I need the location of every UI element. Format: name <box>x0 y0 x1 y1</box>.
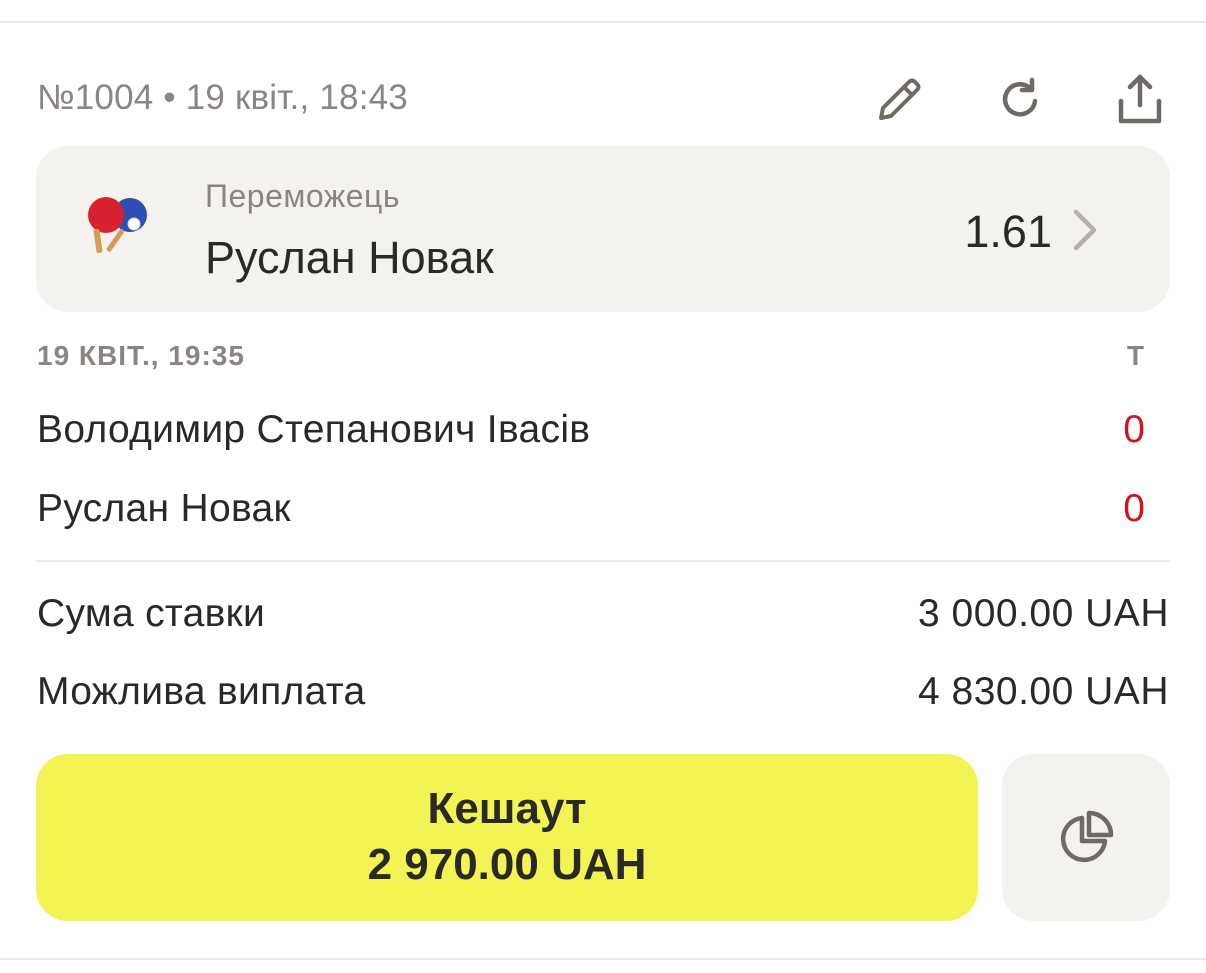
payout-row: Можлива виплата 4 830.00 UAH <box>37 670 1169 720</box>
bet-meta: №1004 • 19 квіт., 18:43 <box>37 78 408 117</box>
score-column-header: Т <box>1126 340 1144 371</box>
edit-pencil-icon <box>879 78 921 120</box>
section-divider <box>36 560 1170 562</box>
stake-value: 3 000.00 UAH <box>918 592 1169 635</box>
player-row: Руслан Новак 0 <box>37 487 1145 537</box>
cashout-button[interactable]: Кешаут 2 970.00 UAH <box>36 754 978 921</box>
table-tennis-icon <box>88 197 147 254</box>
bet-header: №1004 • 19 квіт., 18:43 <box>37 72 1170 124</box>
stake-label: Сума ставки <box>37 592 266 635</box>
selection-card[interactable]: Переможець Руслан Новак 1.61 <box>36 146 1170 312</box>
refresh-button[interactable] <box>992 72 1048 128</box>
cashout-amount: 2 970.00 UAH <box>367 839 647 889</box>
edit-button[interactable] <box>871 72 927 128</box>
player-score: 0 <box>1123 487 1145 530</box>
share-icon <box>1118 74 1162 124</box>
player-name: Руслан Новак <box>37 487 291 530</box>
partial-cashout-button[interactable] <box>1002 754 1170 921</box>
pie-chart-icon <box>1060 810 1114 862</box>
player-score: 0 <box>1123 408 1145 451</box>
refresh-icon <box>1002 77 1038 117</box>
stake-row: Сума ставки 3 000.00 UAH <box>37 592 1169 642</box>
market-label: Переможець <box>205 178 401 214</box>
player-row: Володимир Степанович Івасів 0 <box>37 408 1145 458</box>
top-divider <box>0 21 1206 23</box>
payout-label: Можлива виплата <box>37 670 366 713</box>
bottom-divider <box>0 958 1206 960</box>
event-time: 19 КВІТ., 19:35 <box>37 340 245 371</box>
chevron-right-icon <box>1073 209 1097 251</box>
cashout-label: Кешаут <box>427 783 587 833</box>
payout-value: 4 830.00 UAH <box>918 670 1169 713</box>
share-button[interactable] <box>1112 72 1168 128</box>
player-name: Володимир Степанович Івасів <box>37 408 591 451</box>
odds-value: 1.61 <box>964 206 1052 257</box>
selection-name: Руслан Новак <box>205 232 494 283</box>
